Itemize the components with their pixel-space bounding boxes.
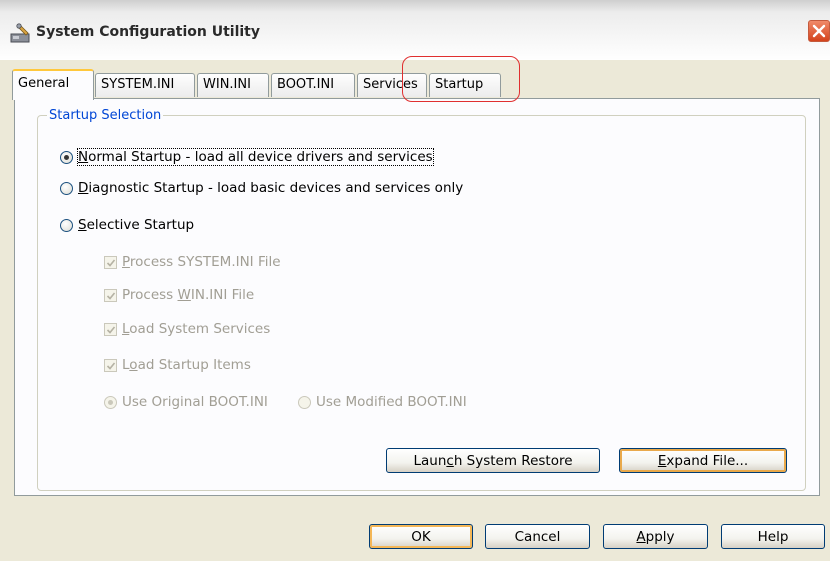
- window-title: System Configuration Utility: [36, 24, 260, 40]
- group-title: Startup Selection: [47, 108, 164, 123]
- checkbox-label: Load System Services: [122, 321, 271, 337]
- button-label: Help: [757, 528, 789, 545]
- checkbox-label: Load Startup Items: [122, 357, 251, 373]
- tab-win-ini[interactable]: WIN.INI: [197, 73, 269, 97]
- check-process-system-ini[interactable]: Process SYSTEM.INI File: [104, 252, 281, 272]
- help-button[interactable]: Help: [721, 524, 825, 549]
- tab-general[interactable]: General: [12, 69, 94, 100]
- radio-label: Normal Startup - load all device drivers…: [77, 148, 434, 166]
- apply-button[interactable]: Apply: [603, 524, 708, 549]
- checkmark-icon: [106, 361, 116, 370]
- ok-button[interactable]: OK: [369, 524, 473, 549]
- checkmark-icon: [106, 291, 116, 300]
- tab-services[interactable]: Services: [357, 73, 427, 97]
- radio-use-original-boot-ini[interactable]: Use Original BOOT.INI: [104, 392, 268, 412]
- check-process-win-ini[interactable]: Process WIN.INI File: [104, 285, 254, 305]
- tab-startup[interactable]: Startup: [429, 73, 501, 97]
- radio-label: Diagnostic Startup - load basic devices …: [78, 180, 464, 196]
- radio-label: Use Original BOOT.INI: [122, 394, 268, 410]
- tab-system-ini[interactable]: SYSTEM.INI: [95, 73, 195, 97]
- radio-button[interactable]: [60, 218, 73, 232]
- radio-normal-startup[interactable]: Normal Startup - load all device drivers…: [60, 147, 434, 167]
- launch-system-restore-button[interactable]: Launch System Restore: [386, 448, 600, 473]
- radio-diagnostic-startup[interactable]: Diagnostic Startup - load basic devices …: [60, 178, 463, 198]
- checkbox[interactable]: [104, 322, 117, 336]
- radio-button[interactable]: [104, 395, 117, 409]
- checkbox[interactable]: [104, 255, 117, 269]
- radio-use-modified-boot-ini[interactable]: Use Modified BOOT.INI: [298, 392, 467, 412]
- title-bar: System Configuration Utility: [0, 0, 830, 60]
- button-label: Launch System Restore: [413, 452, 573, 469]
- radio-selective-startup[interactable]: Selective Startup: [60, 215, 194, 235]
- checkbox[interactable]: [104, 288, 117, 302]
- checkbox[interactable]: [104, 358, 117, 372]
- checkmark-icon: [106, 325, 116, 334]
- checkbox-label: Process SYSTEM.INI File: [122, 254, 281, 270]
- radio-label: Use Modified BOOT.INI: [316, 394, 467, 410]
- system-config-icon: [10, 22, 32, 44]
- check-load-system-services[interactable]: Load System Services: [104, 319, 270, 339]
- button-label: Apply: [636, 528, 675, 545]
- checkmark-icon: [106, 258, 116, 267]
- expand-file-button[interactable]: Expand File...: [619, 448, 787, 473]
- radio-button[interactable]: [60, 181, 73, 195]
- close-button[interactable]: [808, 20, 830, 42]
- radio-label: Selective Startup: [78, 217, 195, 233]
- button-label: Cancel: [514, 528, 561, 545]
- button-label: Expand File...: [657, 452, 749, 469]
- radio-button[interactable]: [298, 395, 311, 409]
- checkbox-label: Process WIN.INI File: [122, 287, 255, 303]
- radio-button[interactable]: [60, 150, 73, 164]
- check-load-startup-items[interactable]: Load Startup Items: [104, 355, 251, 375]
- close-icon: [812, 24, 826, 38]
- button-label: OK: [411, 528, 431, 545]
- tab-boot-ini[interactable]: BOOT.INI: [271, 73, 355, 97]
- cancel-button[interactable]: Cancel: [485, 524, 590, 549]
